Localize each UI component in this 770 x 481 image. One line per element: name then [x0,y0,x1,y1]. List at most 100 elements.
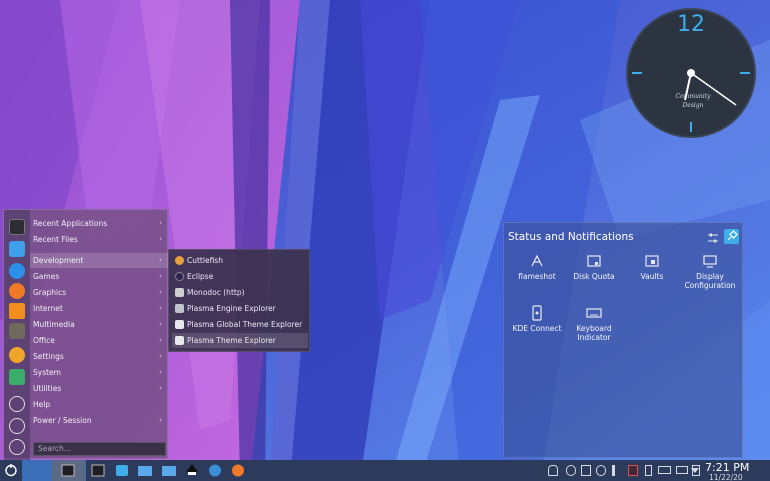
task-vlc[interactable] [183,462,201,479]
status-panel-title: Status and Notifications [508,231,634,243]
keyboard-icon [586,308,602,318]
terminal-icon[interactable] [9,219,25,235]
firefox-icon [232,464,244,477]
task-firefox[interactable] [229,462,247,479]
clipboard-list-icon[interactable] [581,465,591,476]
keyboard-tray-icon[interactable] [658,466,671,474]
chevron-right-icon: › [159,219,162,227]
submenu-item-monodoc[interactable]: Monodoc (http) [172,285,308,300]
menu-item-settings[interactable]: Settings › [30,349,169,364]
settings-gear-icon[interactable] [9,347,25,363]
svg-text:Design: Design [681,102,703,109]
menu-item-help[interactable]: Help [30,397,169,412]
menu-item-graphics[interactable]: Graphics › [30,285,169,300]
terminal-icon [91,464,105,477]
taskbar-panel: 7:21 PM 11/22/20 [0,460,770,481]
taskbar-clock-date[interactable]: 11/22/20 [709,473,743,481]
back-arrow-icon[interactable] [9,396,25,412]
chevron-right-icon: › [159,336,162,344]
chevron-right-icon: › [159,256,162,264]
svg-text:Community: Community [675,93,711,100]
chevron-right-icon: › [159,320,162,328]
gimp-icon[interactable] [9,323,25,339]
tray-item-flameshot[interactable]: flameshot [506,253,568,281]
firefox-icon[interactable] [9,283,25,299]
menu-item-development[interactable]: Development › [30,253,169,268]
favorites-column [4,210,30,460]
chevron-right-icon: › [159,368,162,376]
flameshot-icon [531,254,543,267]
submenu-item-plasma-engine-explorer[interactable]: Plasma Engine Explorer [172,301,308,316]
chevron-right-icon: › [159,352,162,360]
development-submenu: Cuttlefish Eclipse Monodoc (http) Plasma… [168,249,310,352]
inkscape-icon [186,464,198,475]
chevron-right-icon: › [159,235,162,243]
network-icon[interactable] [645,465,652,476]
tray-item-disk-quota[interactable]: Disk Quota [563,253,625,281]
submenu-item-plasma-global-theme-explorer[interactable]: Plasma Global Theme Explorer [172,317,308,332]
folder-icon [162,466,176,476]
menu-item-utilities[interactable]: Utilities › [30,381,169,396]
battery-icon[interactable] [628,465,638,476]
submenu-item-eclipse[interactable]: Eclipse [172,269,308,284]
terminal-icon [61,464,75,477]
menu-item-recent-files[interactable]: Recent Files › [30,232,169,247]
disk-quota-icon [587,255,601,267]
cuttlefish-icon [175,256,184,265]
plasma-engine-icon [175,304,184,313]
analog-clock-widget[interactable]: Community Design 12 [626,8,756,138]
chevron-right-icon: › [159,304,162,312]
globe-icon [209,464,221,477]
display-tray-icon[interactable] [676,466,688,474]
submenu-item-cuttlefish[interactable]: Cuttlefish [172,253,308,268]
menu-item-games[interactable]: Games › [30,269,169,284]
vlc-icon[interactable] [9,303,25,319]
eclipse-icon [175,272,184,281]
power-icon[interactable] [9,439,25,455]
menu-item-internet[interactable]: Internet › [30,301,169,316]
folder-icon[interactable] [9,241,25,257]
folder-icon [138,466,152,476]
plasma-theme-icon [175,336,184,345]
menu-item-office[interactable]: Office › [30,333,169,348]
chevron-down-icon[interactable] [690,466,700,474]
chevron-right-icon: › [159,272,162,280]
kde-connect-tray-icon[interactable] [596,465,606,476]
task-krita[interactable] [206,462,224,479]
notifications-bell-icon[interactable] [548,465,558,476]
vault-icon [645,255,659,267]
task-terminal-2[interactable] [89,462,107,479]
discover-icon[interactable] [9,263,25,279]
menu-item-multimedia[interactable]: Multimedia › [30,317,169,332]
chevron-right-icon: › [159,288,162,296]
tray-item-vaults[interactable]: Vaults [621,253,683,281]
monodoc-icon [175,288,184,297]
plasma-global-theme-icon [175,320,184,329]
status-notifications-panel: Status and Notifications flameshot Disk … [503,222,743,458]
task-dolphin[interactable] [136,462,154,479]
menu-item-recent-applications[interactable]: Recent Applications › [30,216,169,231]
tray-item-keyboard-indicator[interactable]: Keyboard Indicator [563,305,625,342]
task-terminal[interactable] [59,462,77,479]
tray-item-kde-connect[interactable]: KDE Connect [506,305,568,333]
chevron-right-icon: › [159,384,162,392]
configure-icon[interactable] [706,231,720,245]
chevron-right-icon: › [159,416,162,424]
clipboard-icon[interactable] [566,465,576,476]
menu-item-power-session[interactable]: Power / Session › [30,413,169,428]
volume-icon[interactable] [612,465,622,476]
menu-item-system[interactable]: System › [30,365,169,380]
pin-icon[interactable] [724,229,739,244]
task-discover[interactable] [113,462,131,479]
clock-hour-label: 12 [677,12,705,37]
task-folder[interactable] [160,462,178,479]
discover-icon [116,465,128,476]
refresh-icon[interactable] [9,418,25,434]
submenu-item-plasma-theme-explorer[interactable]: Plasma Theme Explorer [172,333,308,348]
image-viewer-icon[interactable] [9,369,25,385]
display-icon [703,255,717,268]
application-launcher-menu: Recent Applications › Recent Files › Dev… [3,209,169,460]
tray-item-display-configuration[interactable]: Display Configuration [679,253,741,290]
application-launcher-button[interactable] [2,462,20,479]
search-input[interactable]: Search... [33,442,166,456]
